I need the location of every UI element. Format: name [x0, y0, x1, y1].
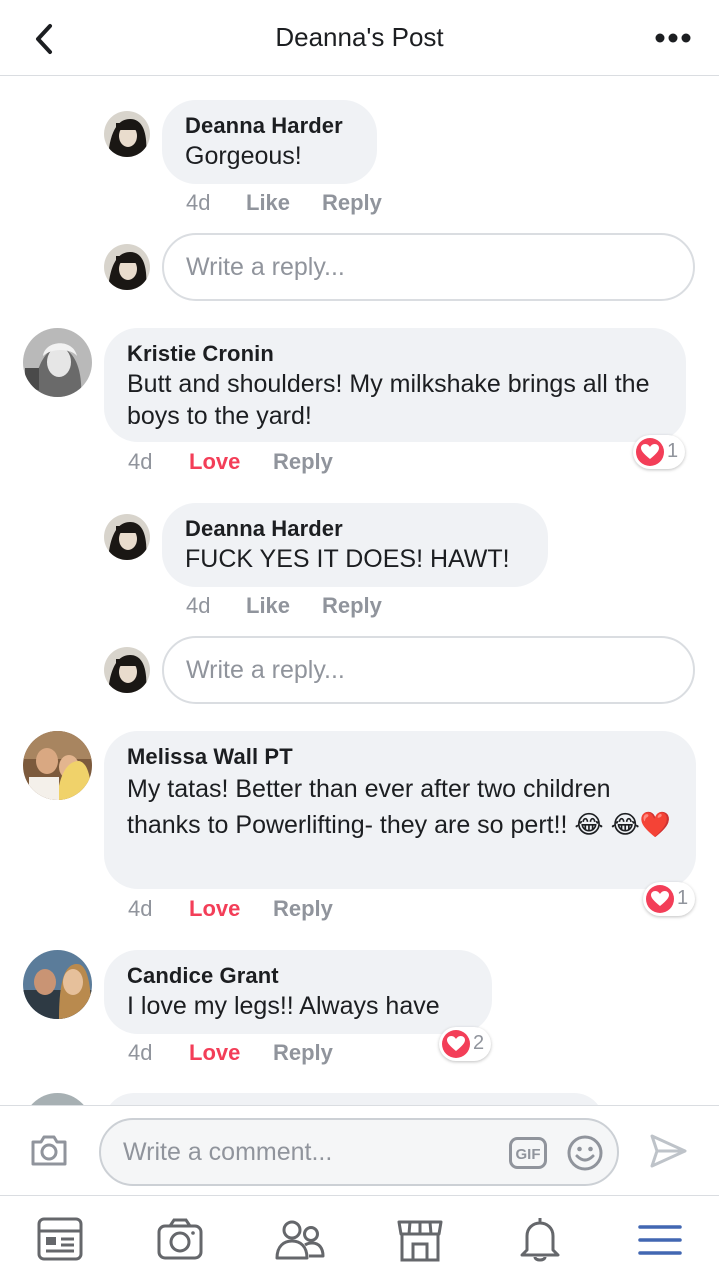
comment-time: 4d [128, 1040, 153, 1065]
gif-label: GIF [516, 1146, 541, 1163]
comment-actions: 4d Love Reply [128, 447, 368, 477]
top-bar: Deanna's Post [0, 0, 719, 76]
reply-input[interactable]: Write a reply... [162, 233, 695, 301]
comment-text: Gorgeous! [185, 142, 302, 170]
avatar[interactable] [23, 328, 92, 397]
comment-actions: 4d Like Reply [186, 591, 406, 621]
comment-composer: Write a comment... GIF [0, 1105, 719, 1195]
reply-button[interactable]: Reply [273, 894, 333, 924]
avatar[interactable] [23, 950, 92, 1019]
avatar[interactable] [104, 111, 150, 157]
send-icon[interactable] [648, 1132, 688, 1175]
friends-icon[interactable] [275, 1214, 325, 1264]
more-horizontal-icon[interactable] [653, 26, 693, 50]
love-button[interactable]: Love [189, 447, 240, 477]
comment-actions: 4d Like Reply [186, 188, 406, 218]
comment-text: Butt and shoulders! My milkshake brings … [127, 370, 650, 430]
reply-placeholder: Write a reply... [186, 253, 345, 281]
page-title: Deanna's Post [275, 22, 444, 52]
reaction-summary[interactable]: 1 [643, 882, 695, 916]
comment-bubble[interactable]: Kristie Cronin Butt and shoulders! My mi… [104, 328, 686, 442]
reply-button[interactable]: Reply [322, 188, 382, 218]
gif-button[interactable]: GIF [509, 1137, 547, 1169]
reaction-summary[interactable]: 2 [439, 1027, 491, 1061]
comment-time: 4d [186, 593, 211, 618]
comment-author[interactable]: Deanna Harder [185, 515, 526, 543]
comment-author[interactable]: Melissa Wall PT [127, 743, 674, 771]
reaction-summary[interactable]: 1 [633, 435, 685, 469]
comment-placeholder: Write a comment... [123, 1138, 333, 1166]
reply-button[interactable]: Reply [273, 1038, 333, 1068]
comment-text: My tatas! Better than ever after two chi… [127, 775, 671, 839]
comment-bubble[interactable]: Deanna Harder Gorgeous! [162, 100, 377, 184]
comment-time: 4d [128, 896, 153, 921]
avatar [104, 647, 150, 693]
avatar[interactable] [104, 514, 150, 560]
comment-bubble[interactable]: Candice Grant I love my legs!! Always ha… [104, 950, 492, 1034]
marketplace-icon[interactable] [395, 1214, 445, 1264]
love-reaction-icon [442, 1030, 470, 1058]
reply-button[interactable]: Reply [322, 591, 382, 621]
love-button[interactable]: Love [189, 894, 240, 924]
sticker-icon[interactable] [566, 1134, 604, 1177]
reply-button[interactable]: Reply [273, 447, 333, 477]
comment-bubble[interactable] [104, 1093, 604, 1105]
like-button[interactable]: Like [246, 188, 290, 218]
comment-author[interactable]: Candice Grant [127, 962, 470, 990]
comment-actions: 4d Love Reply [128, 1038, 368, 1068]
comment-text: I love my legs!! Always have [127, 992, 440, 1020]
comment-time: 4d [186, 190, 211, 215]
love-reaction-icon [636, 438, 664, 466]
camera-icon[interactable] [30, 1133, 68, 1172]
comment-input[interactable]: Write a comment... GIF [99, 1118, 619, 1186]
notifications-icon[interactable] [515, 1214, 565, 1264]
menu-icon[interactable] [635, 1214, 685, 1264]
reaction-count: 1 [667, 440, 679, 462]
comment-author[interactable]: Deanna Harder [185, 112, 355, 140]
comment-bubble[interactable]: Deanna Harder FUCK YES IT DOES! HAWT! [162, 503, 548, 587]
comment-text: FUCK YES IT DOES! HAWT! [185, 545, 510, 573]
avatar[interactable] [23, 731, 92, 800]
comment-time: 4d [128, 449, 153, 474]
reaction-count: 1 [677, 887, 689, 909]
avatar [104, 244, 150, 290]
avatar[interactable] [23, 1093, 92, 1105]
comment-author[interactable]: Kristie Cronin [127, 340, 664, 368]
love-reaction-icon [646, 885, 674, 913]
bottom-navigation [0, 1195, 719, 1280]
reply-input[interactable]: Write a reply... [162, 636, 695, 704]
news-feed-icon[interactable] [35, 1214, 85, 1264]
reply-placeholder: Write a reply... [186, 656, 345, 684]
reaction-count: 2 [473, 1032, 485, 1054]
comment-bubble[interactable]: Melissa Wall PT My tatas! Better than ev… [104, 731, 696, 889]
comment-actions: 4d Love Reply [128, 894, 368, 924]
comment-feed[interactable]: Deanna Harder Gorgeous! 4d Like Reply Wr… [0, 77, 719, 1105]
love-button[interactable]: Love [189, 1038, 240, 1068]
camera-icon[interactable] [155, 1214, 205, 1264]
like-button[interactable]: Like [246, 591, 290, 621]
